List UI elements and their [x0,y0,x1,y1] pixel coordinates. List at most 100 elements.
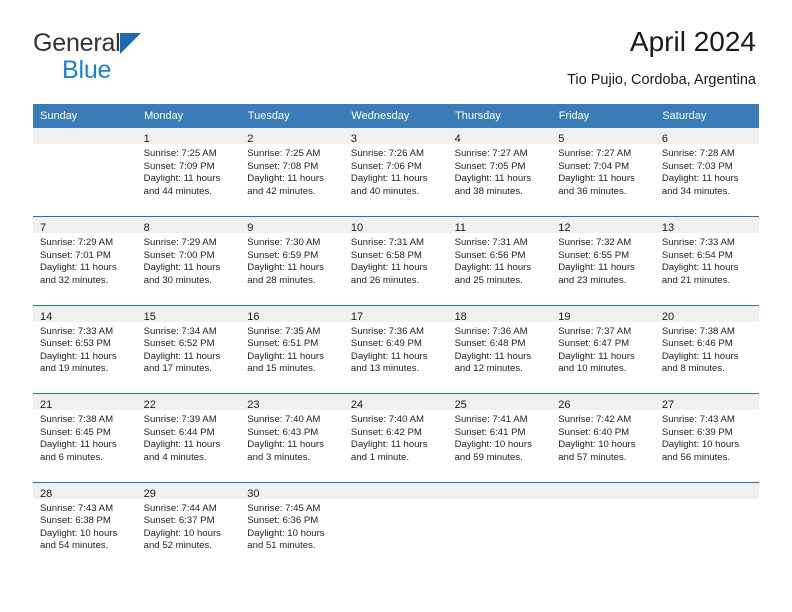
calendar-day-cell-1[interactable]: 1 Sunrise: 7:25 AM Sunset: 7:09 PM Daylight… [136,128,241,217]
day-cell-inner: 15 Sunrise: 7:34 AM Sunset: 6:52 PM Dayligh… [136,305,241,376]
day-detail-text: Sunrise: 7:39 AM Sunset: 6:44 PM Daylight:… [137,410,241,464]
calendar-day-cell-15[interactable]: 15 Sunrise: 7:34 AM Sunset: 6:52 PM Dayligh… [136,304,241,394]
calendar-day-cell-3[interactable]: 3 Sunrise: 7:26 AM Sunset: 7:06 PM Daylight… [343,128,448,217]
daylight-line: and 57 minutes. [558,451,627,463]
calendar-day-cell-12[interactable]: 12 Sunrise: 7:32 AM Sunset: 6:55 PM Dayligh… [551,216,655,305]
daylight-line: and 19 minutes. [40,363,109,375]
sunrise-line: Sunrise: 7:45 AM [247,502,321,514]
day-number-strip: 6 [654,128,759,145]
day-cell-inner: 18 Sunrise: 7:36 AM Sunset: 6:48 PM Dayligh… [447,305,552,376]
day-number: 4 [454,133,461,145]
day-detail-text: Sunrise: 7:40 AM Sunset: 6:43 PM Daylight:… [240,410,344,464]
sunrise-line: Sunrise: 7:32 AM [558,237,632,248]
general-blue-logo: General Blue [33,26,141,83]
day-number: 15 [143,310,156,323]
calendar-day-cell-18[interactable]: 18 Sunrise: 7:36 AM Sunset: 6:48 PM Dayligh… [447,304,552,394]
day-detail-text: Sunrise: 7:27 AM Sunset: 7:04 PM Daylight:… [551,144,655,198]
calendar-day-cell-2[interactable]: 2 Sunrise: 7:25 AM Sunset: 7:08 PM Daylight… [240,128,344,217]
calendar-day-cell-9[interactable]: 9 Sunrise: 7:30 AM Sunset: 6:59 PM Daylight… [240,216,344,305]
sunrise-line: Sunrise: 7:27 AM [558,148,632,159]
calendar-day-cell-24[interactable]: 24 Sunrise: 7:40 AM Sunset: 6:42 PM Dayligh… [343,393,448,482]
calendar-day-cell-10[interactable]: 10 Sunrise: 7:31 AM Sunset: 6:58 PM Dayligh… [343,216,448,305]
day-detail-text [33,144,137,148]
day-number: 2 [247,133,254,145]
day-detail-text: Sunrise: 7:33 AM Sunset: 6:53 PM Daylight:… [33,322,137,376]
day-cell-inner: 30 Sunrise: 7:45 AM Sunset: 6:36 PM Dayligh… [240,482,344,553]
day-number-strip: 9 [240,217,344,234]
sunrise-line: Sunrise: 7:25 AM [143,148,217,159]
day-number-strip: 23 [240,394,344,411]
sunrise-line: Sunrise: 7:25 AM [247,148,321,159]
calendar-week-row: 21 Sunrise: 7:38 AM Sunset: 6:45 PM Dayligh… [33,393,759,482]
daylight-line: and 8 minutes. [661,363,725,375]
daylight-line: and 28 minutes. [247,274,316,286]
calendar-day-cell-19[interactable]: 19 Sunrise: 7:37 AM Sunset: 6:47 PM Dayligh… [551,304,655,394]
day-number-strip: 10 [343,217,448,234]
day-cell-inner: 3 Sunrise: 7:26 AM Sunset: 7:06 PM Daylight… [343,128,448,198]
day-cell-inner: 24 Sunrise: 7:40 AM Sunset: 6:42 PM Dayligh… [343,394,448,464]
day-number: 16 [247,310,260,323]
calendar-day-cell-16[interactable]: 16 Sunrise: 7:35 AM Sunset: 6:51 PM Dayligh… [240,304,344,394]
day-detail-text: Sunrise: 7:29 AM Sunset: 7:00 PM Daylight:… [137,233,241,287]
calendar-day-cell-25[interactable]: 25 Sunrise: 7:41 AM Sunset: 6:41 PM Dayligh… [447,393,552,482]
calendar-day-cell-13[interactable]: 13 Sunrise: 7:33 AM Sunset: 6:54 PM Dayligh… [654,216,759,305]
day-number: 10 [350,222,364,234]
calendar-day-cell-empty [447,481,552,571]
logo-bottom-row: Blue [33,57,141,83]
daylight-line: Daylight: 11 hours [350,439,428,451]
day-cell-inner: 5 Sunrise: 7:27 AM Sunset: 7:04 PM Daylight… [551,128,655,198]
daylight-line: Daylight: 11 hours [350,350,428,362]
sunrise-line: Sunrise: 7:38 AM [40,414,114,425]
day-cell-inner [654,482,759,503]
day-detail-text: Sunrise: 7:27 AM Sunset: 7:05 PM Daylight:… [448,144,552,198]
day-cell-inner [551,482,655,503]
calendar-day-cell-21[interactable]: 21 Sunrise: 7:38 AM Sunset: 6:45 PM Dayligh… [33,393,137,482]
calendar-day-cell-8[interactable]: 8 Sunrise: 7:29 AM Sunset: 7:00 PM Daylight… [136,216,241,305]
day-number-strip: 21 [33,394,137,411]
sunrise-line: Sunrise: 7:28 AM [661,148,735,159]
day-detail-text: Sunrise: 7:31 AM Sunset: 6:58 PM Daylight:… [344,233,448,287]
calendar-day-cell-28[interactable]: 28 Sunrise: 7:43 AM Sunset: 6:38 PM Dayligh… [33,481,137,571]
day-number: 19 [558,310,571,323]
day-number: 20 [661,310,675,323]
day-cell-inner: 4 Sunrise: 7:27 AM Sunset: 7:05 PM Daylight… [447,128,552,198]
day-number-strip: 8 [136,217,241,234]
calendar-day-cell-5[interactable]: 5 Sunrise: 7:27 AM Sunset: 7:04 PM Daylight… [551,128,655,217]
day-detail-text [448,499,552,503]
sunset-line: Sunset: 6:43 PM [247,426,319,438]
calendar-day-cell-27[interactable]: 27 Sunrise: 7:43 AM Sunset: 6:39 PM Dayligh… [654,393,759,482]
day-number-strip: 14 [33,305,137,323]
calendar-day-cell-29[interactable]: 29 Sunrise: 7:44 AM Sunset: 6:37 PM Dayligh… [136,481,241,571]
calendar-day-cell-30[interactable]: 30 Sunrise: 7:45 AM Sunset: 6:36 PM Dayligh… [240,481,344,571]
day-number-strip [654,482,759,499]
day-number: 18 [454,310,467,323]
sunrise-line: Sunrise: 7:33 AM [661,237,735,248]
daylight-line: Daylight: 11 hours [558,350,635,362]
day-number-strip [447,482,552,499]
calendar-day-cell-4[interactable]: 4 Sunrise: 7:27 AM Sunset: 7:05 PM Daylight… [447,128,552,217]
daylight-line: Daylight: 11 hours [558,173,635,185]
day-cell-inner: 23 Sunrise: 7:40 AM Sunset: 6:43 PM Dayligh… [240,394,344,464]
calendar-day-cell-20[interactable]: 20 Sunrise: 7:38 AM Sunset: 6:46 PM Dayligh… [654,304,759,394]
daylight-line: and 23 minutes. [558,274,627,286]
daylight-line: Daylight: 11 hours [40,439,117,451]
day-cell-inner: 25 Sunrise: 7:41 AM Sunset: 6:41 PM Dayligh… [447,394,552,464]
day-detail-text: Sunrise: 7:38 AM Sunset: 6:46 PM Daylight:… [655,322,759,376]
sunset-line: Sunset: 7:03 PM [661,160,733,172]
day-number: 3 [350,133,358,145]
calendar-day-cell-11[interactable]: 11 Sunrise: 7:31 AM Sunset: 6:56 PM Dayligh… [447,216,552,305]
day-cell-inner: 13 Sunrise: 7:33 AM Sunset: 6:54 PM Dayligh… [654,217,759,287]
daylight-line: and 42 minutes. [247,185,316,197]
sunset-line: Sunset: 6:58 PM [350,249,422,261]
calendar-day-cell-6[interactable]: 6 Sunrise: 7:28 AM Sunset: 7:03 PM Daylight… [654,128,759,217]
sunset-line: Sunset: 7:08 PM [247,160,319,172]
calendar-day-cell-26[interactable]: 26 Sunrise: 7:42 AM Sunset: 6:40 PM Dayligh… [551,393,655,482]
calendar-day-cell-7[interactable]: 7 Sunrise: 7:29 AM Sunset: 7:01 PM Daylight… [33,216,137,305]
day-number: 11 [454,222,466,234]
calendar-day-cell-17[interactable]: 17 Sunrise: 7:36 AM Sunset: 6:49 PM Dayligh… [343,304,448,394]
daylight-line: and 6 minutes. [40,451,103,463]
day-number: 28 [40,487,53,500]
calendar-day-cell-23[interactable]: 23 Sunrise: 7:40 AM Sunset: 6:43 PM Dayligh… [240,393,344,482]
calendar-day-cell-22[interactable]: 22 Sunrise: 7:39 AM Sunset: 6:44 PM Dayligh… [136,393,241,482]
calendar-day-cell-14[interactable]: 14 Sunrise: 7:33 AM Sunset: 6:53 PM Dayligh… [33,304,137,394]
